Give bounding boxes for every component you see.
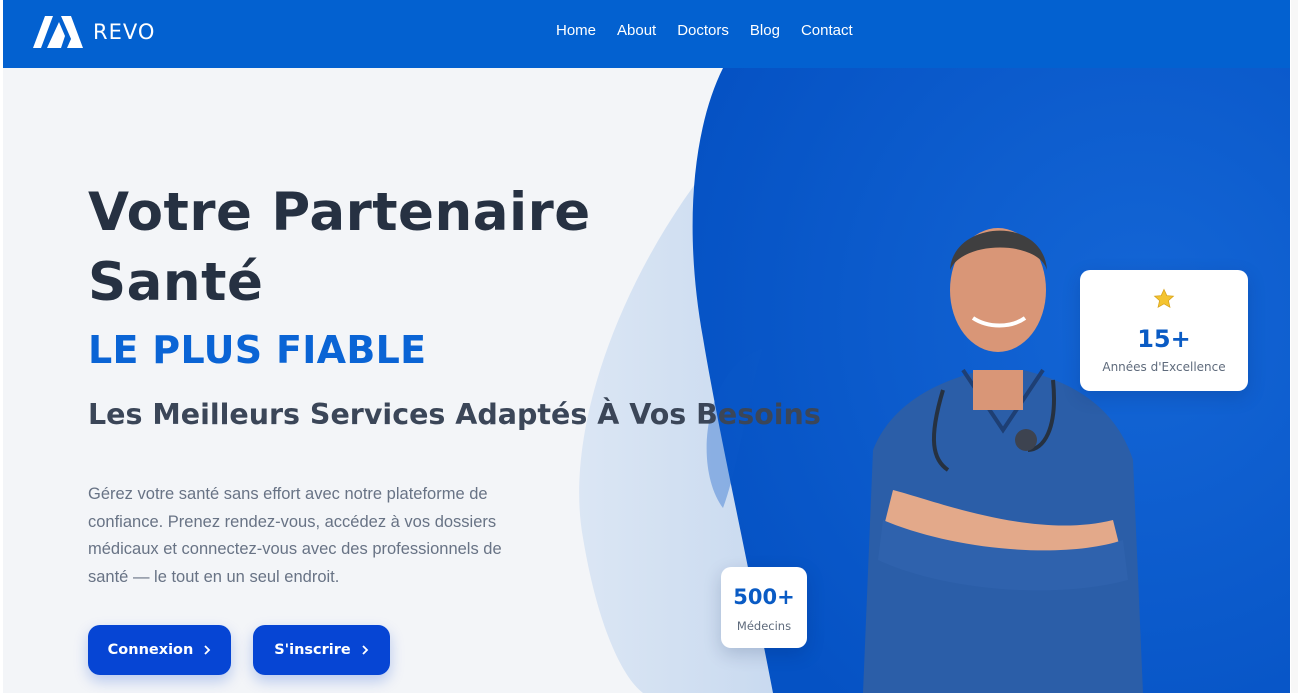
years-stat-card: 15+ Années d'Excellence <box>1080 270 1248 391</box>
page: REVO Home About Doctors Blog Contact Vot… <box>3 0 1290 693</box>
doctors-stat-value: 500+ <box>733 585 795 609</box>
brand-logo[interactable]: REVO <box>31 10 155 54</box>
main-nav: Home About Doctors Blog Contact <box>556 22 874 39</box>
page-scrollbar[interactable] <box>1291 0 1298 693</box>
login-button[interactable]: Connexion <box>88 625 231 675</box>
chevron-right-icon <box>204 645 211 655</box>
nav-home[interactable]: Home <box>556 22 596 39</box>
signup-button-label: S'inscrire <box>274 642 351 658</box>
hero-headline: Votre Partenaire Santé <box>88 182 591 313</box>
signup-button[interactable]: S'inscrire <box>253 625 390 675</box>
nav-contact[interactable]: Contact <box>801 22 853 39</box>
nav-doctors[interactable]: Doctors <box>677 22 729 39</box>
brand-name: REVO <box>93 20 156 44</box>
revo-logo-icon <box>33 16 83 48</box>
hero-accent: LE PLUS FIABLE <box>88 328 427 372</box>
years-stat-value: 15+ <box>1137 325 1191 353</box>
hero-subheadline: Les Meilleurs Services Adaptés À Vos Bes… <box>88 398 821 431</box>
star-icon <box>1153 288 1175 309</box>
login-button-label: Connexion <box>107 642 194 658</box>
hero-description: Gérez votre santé sans effort avec notre… <box>88 485 502 586</box>
nav-blog[interactable]: Blog <box>750 22 780 39</box>
doctors-stat-card: 500+ Médecins <box>721 567 807 648</box>
top-navbar: REVO Home About Doctors Blog Contact <box>3 0 1290 68</box>
doctors-stat-label: Médecins <box>736 619 792 633</box>
chevron-right-icon <box>362 645 369 655</box>
years-stat-label: Années d'Excellence <box>1102 360 1226 374</box>
nav-about[interactable]: About <box>617 22 656 39</box>
